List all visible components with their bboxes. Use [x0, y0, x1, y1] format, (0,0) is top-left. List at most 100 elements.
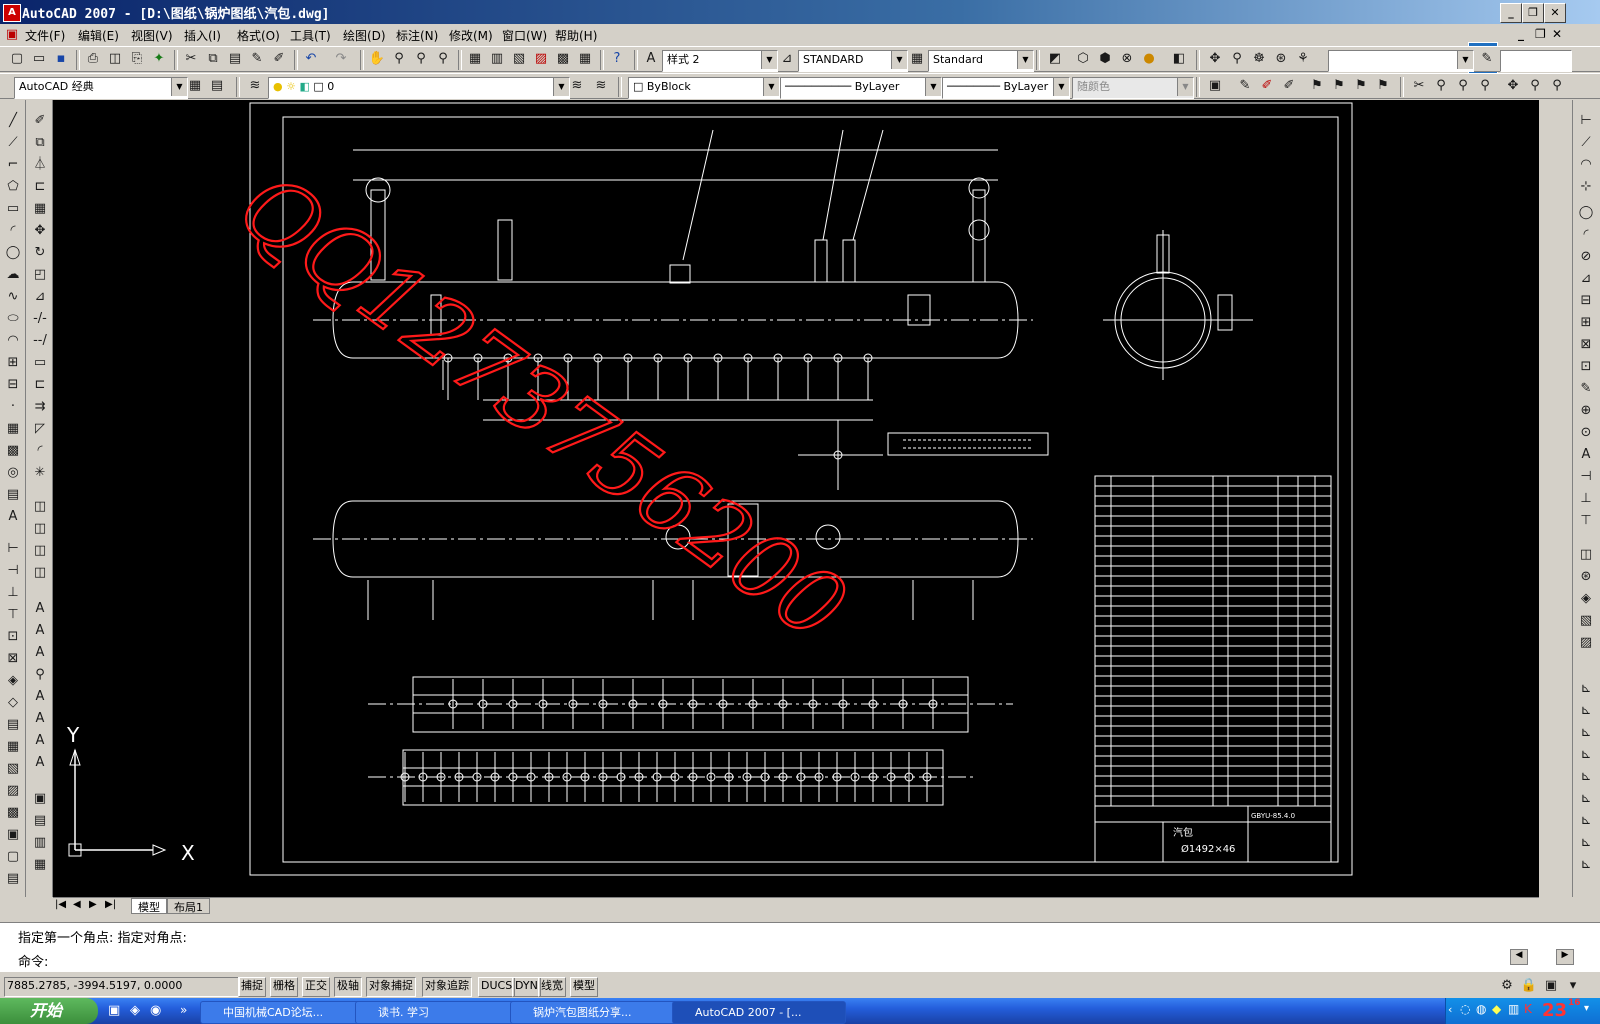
r-icon-18[interactable]: ⊥ [1577, 490, 1595, 508]
task-ie-cad-forum[interactable]: 中国机械CAD论坛... [200, 1001, 372, 1024]
grid-toggle[interactable]: 栅格 [270, 977, 298, 997]
line-icon[interactable]: ╱ [4, 112, 22, 130]
table-icon[interactable]: ▤ [4, 486, 22, 504]
render-icon[interactable]: ● [1140, 50, 1158, 68]
r-icon-27[interactable]: ⊾ [1577, 724, 1595, 742]
undo-icon[interactable]: ↶ [302, 50, 320, 68]
workspace-settings-icon[interactable]: ▦ [186, 77, 204, 95]
point-icon[interactable]: · [4, 398, 22, 416]
task-autocad[interactable]: AutoCAD 2007 - [... [672, 1001, 846, 1024]
autocad-app-icon[interactable]: A [3, 4, 21, 22]
3d-icon-c[interactable]: ⬢ [1096, 50, 1114, 68]
text-icon-a[interactable]: A [31, 600, 49, 618]
modify-icon-a[interactable]: ▣ [1206, 77, 1224, 95]
dim-icon-f[interactable]: ⊠ [4, 650, 22, 668]
dyn-toggle[interactable]: DYN [512, 977, 541, 997]
r-icon-3[interactable]: ◠ [1577, 156, 1595, 174]
text-icon-e[interactable]: A [31, 688, 49, 706]
doc-icon[interactable]: ▣ [3, 26, 21, 44]
drawing-area[interactable]: 汽包 Ø1492×46 GBYU-85.4.0 Y X QQ1273756200 [53, 100, 1539, 897]
task-ie-boiler[interactable]: 锅炉汽包图纸分享... [510, 1001, 689, 1024]
doc-min-button[interactable]: _ [1518, 27, 1524, 41]
new-icon[interactable]: ▢ [8, 50, 26, 68]
doc-close-button[interactable]: ✕ [1552, 27, 1562, 41]
matchprop-icon[interactable]: ✎ [248, 50, 266, 68]
dim-icon-h[interactable]: ◇ [4, 694, 22, 712]
r-icon-7[interactable]: ⊘ [1577, 248, 1595, 266]
model-toggle[interactable]: 模型 [570, 977, 598, 997]
r-icon-13[interactable]: ✎ [1577, 380, 1595, 398]
3d-icon-a[interactable]: ◩ [1046, 50, 1064, 68]
quicklaunch-icon-c[interactable]: ◉ [150, 1003, 161, 1018]
extra-combo[interactable] [1500, 50, 1572, 72]
draworder-icon-c[interactable]: ◫ [31, 542, 49, 560]
pan-icon[interactable]: ✋ [368, 50, 386, 68]
erase-icon[interactable]: ✐ [31, 112, 49, 130]
task-folder-study[interactable]: 读书. 学习 [355, 1001, 527, 1024]
modify-icon-d[interactable]: ✐ [1280, 77, 1298, 95]
r-icon-25[interactable]: ⊾ [1577, 680, 1595, 698]
dim-icon-e[interactable]: ⊡ [4, 628, 22, 646]
menu-view[interactable]: 视图(V) [131, 27, 173, 44]
dim-icon-p[interactable]: ▤ [4, 870, 22, 888]
snap-toggle[interactable]: 捕捉 [238, 977, 266, 997]
preview-icon[interactable]: ◫ [106, 50, 124, 68]
text-icon-h[interactable]: A [31, 754, 49, 772]
text-icon-b[interactable]: A [31, 622, 49, 640]
tab-prev-icon[interactable]: ◀ [73, 899, 81, 910]
modify-icon-f[interactable]: ⚑ [1330, 77, 1348, 95]
menu-help[interactable]: 帮助(H) [555, 27, 597, 44]
markup-icon[interactable]: ▩ [554, 50, 572, 68]
r-icon-23[interactable]: ▧ [1577, 612, 1595, 630]
view-icon-b[interactable]: ⚲ [1432, 77, 1450, 95]
workspace-save-icon[interactable]: ▤ [208, 77, 226, 95]
misc-icon-a[interactable]: ▣ [31, 790, 49, 808]
r-icon-9[interactable]: ⊟ [1577, 292, 1595, 310]
make-current-icon[interactable]: ≋ [568, 77, 586, 95]
r-icon-20[interactable]: ◫ [1577, 546, 1595, 564]
text-style-select[interactable]: 样式 2 ▼ [662, 50, 778, 72]
quicklaunch-icon-b[interactable]: ◈ [130, 1003, 140, 1018]
edit-icon[interactable]: ✎ [1478, 50, 1496, 68]
view-icon-c[interactable]: ⚲ [1454, 77, 1472, 95]
layer-select[interactable]: ● ☼ ◧ □ 0 ▼ [268, 77, 570, 99]
r-icon-2[interactable]: ⟋ [1577, 134, 1595, 152]
spline-icon[interactable]: ∿ [4, 288, 22, 306]
restore-button[interactable]: ❐ [1522, 3, 1544, 23]
join-icon[interactable]: ⇉ [31, 398, 49, 416]
r-icon-26[interactable]: ⊾ [1577, 702, 1595, 720]
break-point-icon[interactable]: ▭ [31, 354, 49, 372]
quicklaunch-icon-a[interactable]: ▣ [108, 1003, 120, 1018]
dim-icon-d[interactable]: ⊤ [4, 606, 22, 624]
view-icon-f[interactable]: ⚲ [1526, 77, 1544, 95]
status-menu-icon[interactable]: ▾ [1564, 977, 1582, 995]
start-button[interactable]: 开始 [0, 998, 98, 1024]
chamfer-icon[interactable]: ◸ [31, 420, 49, 438]
view-icon-g[interactable]: ⚲ [1548, 77, 1566, 95]
ortho-toggle[interactable]: 正交 [302, 977, 330, 997]
menu-modify[interactable]: 修改(M) [449, 27, 493, 44]
dim-icon-o[interactable]: ▢ [4, 848, 22, 866]
polar-toggle[interactable]: 极轴 [334, 977, 362, 997]
view-icon-d[interactable]: ⚲ [1476, 77, 1494, 95]
scale-icon[interactable]: ◰ [31, 266, 49, 284]
close-button[interactable]: ✕ [1544, 3, 1566, 23]
text-icon-g[interactable]: A [31, 732, 49, 750]
menu-dimension[interactable]: 标注(N) [396, 27, 438, 44]
r-icon-30[interactable]: ⊾ [1577, 790, 1595, 808]
rotate-icon[interactable]: ↻ [31, 244, 49, 262]
region-icon[interactable]: ◎ [4, 464, 22, 482]
r-icon-17[interactable]: ⊣ [1577, 468, 1595, 486]
nav-icon-d[interactable]: ⊛ [1272, 50, 1290, 68]
polyline-icon[interactable]: ⌐ [4, 156, 22, 174]
print-icon[interactable]: ⎙ [84, 50, 102, 68]
dim-icon-k[interactable]: ▧ [4, 760, 22, 778]
menu-edit[interactable]: 编辑(E) [78, 27, 119, 44]
menu-insert[interactable]: 插入(I) [184, 27, 221, 44]
linetype-select[interactable]: ────────── ByLayer ▼ [780, 77, 942, 99]
circle-icon[interactable]: ◯ [4, 244, 22, 262]
modify-icon-g[interactable]: ⚑ [1352, 77, 1370, 95]
mirror-icon[interactable]: ⏃ [31, 156, 49, 174]
zoom-realtime-icon[interactable]: ⚲ [390, 50, 408, 68]
nav-icon-e[interactable]: ⚘ [1294, 50, 1312, 68]
